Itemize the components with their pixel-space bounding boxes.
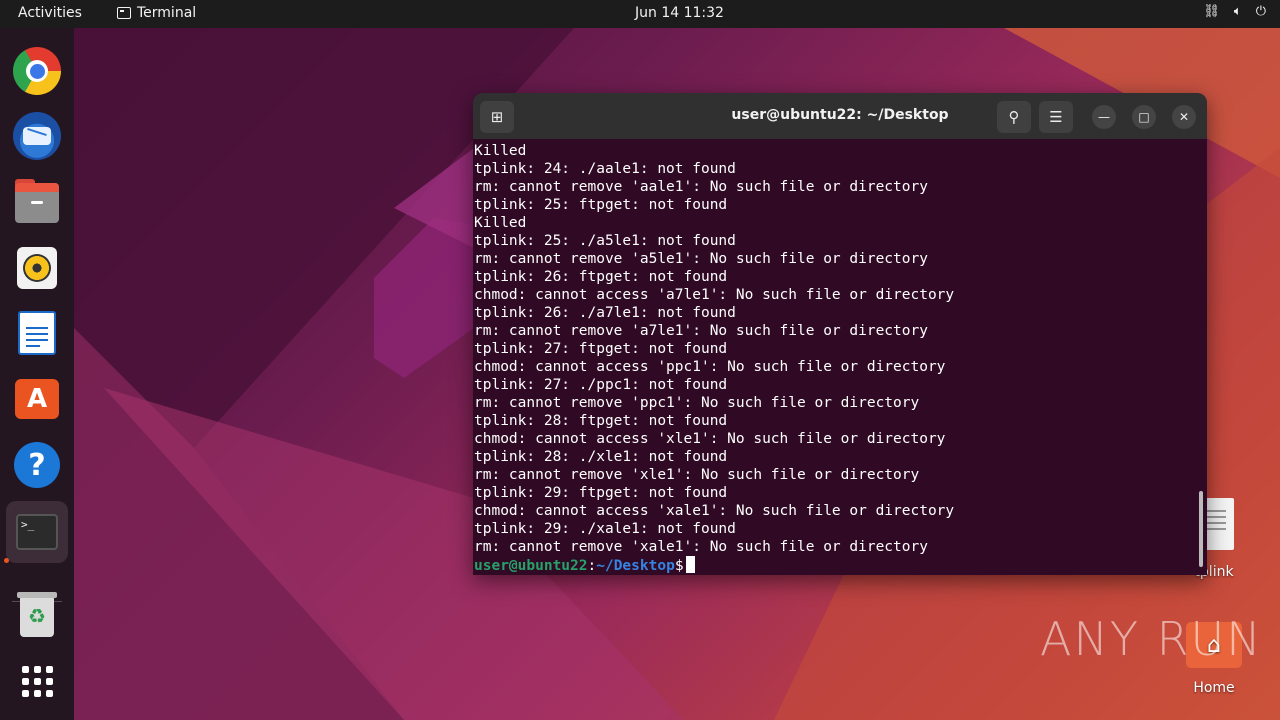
terminal-line: rm: cannot remove 'xle1': No such file o… (474, 467, 920, 483)
terminal-icon (117, 7, 131, 19)
terminal-line: tplink: 25: ftpget: not found (474, 197, 728, 213)
terminal-line: tplink: 24: ./aale1: not found (474, 161, 736, 177)
app-grid-icon (21, 665, 53, 697)
help-icon: ? (14, 442, 60, 488)
maximize-icon: □ (1138, 110, 1150, 124)
terminal-line: Killed (474, 143, 527, 159)
app-menu-label: Terminal (137, 5, 197, 21)
terminal-line: chmod: cannot access 'ppc1': No such fil… (474, 359, 946, 375)
app-menu[interactable]: Terminal (117, 5, 196, 21)
dock-item-show-apps[interactable] (12, 656, 62, 706)
terminal-window[interactable]: ⊞ user@ubuntu22: ~/Desktop ⚲ ☰ — □ ✕ Kil… (473, 93, 1207, 575)
desktop-icon-label: Home (1193, 680, 1235, 696)
files-icon (15, 179, 59, 223)
terminal-line: chmod: cannot access 'xle1': No such fil… (474, 431, 946, 447)
terminal-line: chmod: cannot access 'xale1': No such fi… (474, 503, 955, 519)
app-center-icon: A (15, 379, 59, 419)
terminal-line: tplink: 27: ftpget: not found (474, 341, 728, 357)
dock-item-writer[interactable] (12, 308, 62, 358)
terminal-line: tplink: 27: ./ppc1: not found (474, 377, 728, 393)
search-button[interactable]: ⚲ (997, 101, 1031, 133)
hamburger-icon: ☰ (1049, 108, 1063, 126)
terminal-line: Killed (474, 215, 527, 231)
system-tray[interactable]: ⛓ 🔈︎ ⏻ (1203, 4, 1266, 19)
terminal-line: rm: cannot remove 'ppc1': No such file o… (474, 395, 920, 411)
watermark: ANY RUN (1040, 612, 1263, 666)
rhythmbox-icon (17, 247, 57, 289)
running-indicator (4, 558, 9, 563)
prompt-separator: : (587, 558, 597, 574)
terminal-line: tplink: 25: ./a5le1: not found (474, 233, 736, 249)
trash-icon: ♻ (17, 592, 57, 637)
network-icon[interactable]: ⛓ (1203, 4, 1220, 19)
prompt-path: ~/Desktop (596, 558, 675, 574)
dock-item-terminal[interactable]: >_ (6, 501, 68, 563)
dock-item-files[interactable] (12, 178, 62, 228)
minimize-icon: — (1098, 110, 1110, 124)
dock-item-app-center[interactable]: A (12, 374, 62, 424)
prompt-symbol: $ (674, 558, 684, 574)
dock-item-trash[interactable]: ♻ (12, 591, 62, 641)
terminal-icon: >_ (16, 514, 58, 550)
terminal-line: rm: cannot remove 'xale1': No such file … (474, 539, 928, 555)
close-button[interactable]: ✕ (1172, 105, 1196, 129)
text-cursor (685, 556, 695, 573)
terminal-line: tplink: 29: ./xale1: not found (474, 521, 736, 537)
close-icon: ✕ (1178, 110, 1190, 124)
terminal-line: rm: cannot remove 'a7le1': No such file … (474, 323, 928, 339)
scrollbar[interactable] (1199, 491, 1203, 567)
dock: A ? >_ ♻ (0, 28, 74, 720)
prompt-line[interactable]: user@ubuntu22:~/Desktop$ (474, 556, 1197, 574)
terminal-line: rm: cannot remove 'aale1': No such file … (474, 179, 928, 195)
writer-icon (18, 311, 56, 355)
search-icon: ⚲ (1008, 108, 1020, 126)
terminal-line: chmod: cannot access 'a7le1': No such fi… (474, 287, 955, 303)
minimize-button[interactable]: — (1092, 105, 1116, 129)
dock-item-thunderbird[interactable] (12, 111, 62, 161)
dock-item-chrome[interactable] (12, 46, 62, 96)
dock-item-help[interactable]: ? (12, 440, 62, 490)
terminal-line: rm: cannot remove 'a5le1': No such file … (474, 251, 928, 267)
clock[interactable]: Jun 14 11:32 (635, 5, 724, 21)
maximize-button[interactable]: □ (1132, 105, 1156, 129)
power-icon[interactable]: ⏻ (1256, 4, 1266, 19)
terminal-line: tplink: 28: ftpget: not found (474, 413, 728, 429)
dock-item-rhythmbox[interactable] (12, 243, 62, 293)
terminal-line: tplink: 29: ftpget: not found (474, 485, 728, 501)
thunderbird-icon (13, 112, 61, 160)
terminal-line: tplink: 26: ftpget: not found (474, 269, 728, 285)
top-bar: Activities Terminal Jun 14 11:32 ⛓ 🔈︎ ⏻ (0, 0, 1280, 28)
chrome-icon (13, 47, 61, 95)
volume-icon[interactable]: 🔈︎ (1234, 4, 1242, 19)
terminal-line: tplink: 28: ./xle1: not found (474, 449, 728, 465)
menu-button[interactable]: ☰ (1039, 101, 1073, 133)
prompt-user: user@ubuntu22 (474, 558, 588, 574)
activities-button[interactable]: Activities (18, 5, 82, 21)
terminal-line: tplink: 26: ./a7le1: not found (474, 305, 736, 321)
window-titlebar[interactable]: ⊞ user@ubuntu22: ~/Desktop ⚲ ☰ — □ ✕ (473, 93, 1207, 139)
terminal-output[interactable]: Killed tplink: 24: ./aale1: not found rm… (473, 139, 1197, 575)
